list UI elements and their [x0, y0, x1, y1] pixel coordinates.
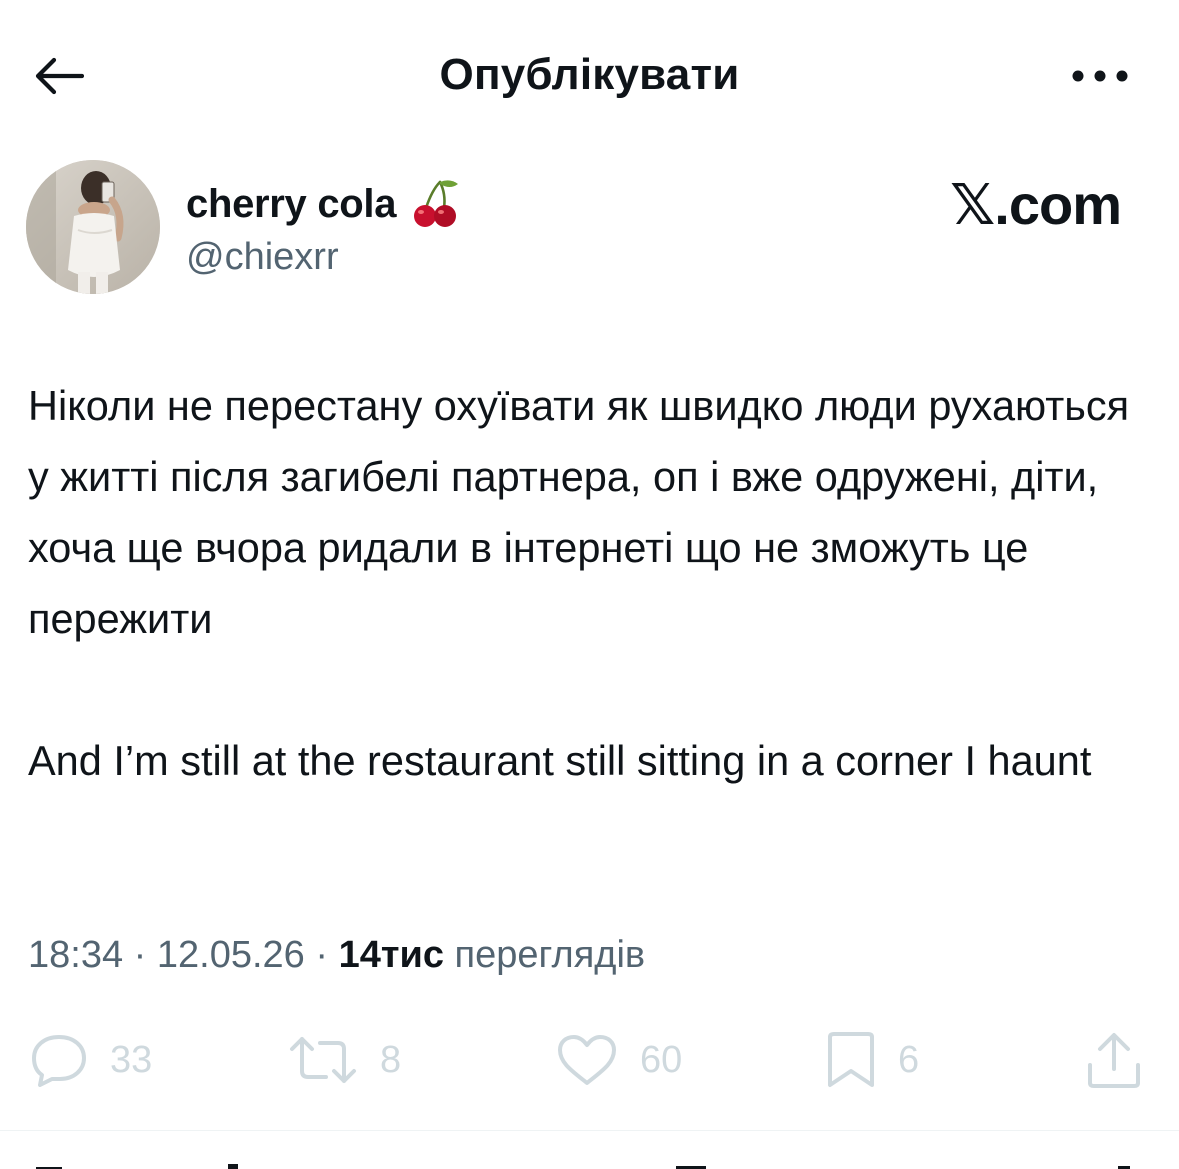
top-bar: Опублікувати	[0, 0, 1179, 150]
avatar-photo	[26, 160, 160, 294]
repost-button[interactable]: 8	[288, 1028, 401, 1092]
meta-separator: ·	[123, 934, 157, 976]
share-icon	[1088, 1033, 1140, 1088]
reply-count: 33	[110, 1038, 153, 1081]
cherry-icon	[414, 180, 459, 227]
more-horizontal-icon	[1072, 70, 1128, 82]
next-row-cutoff	[0, 1160, 1179, 1169]
bookmark-button[interactable]: 6	[826, 1028, 919, 1092]
meta-separator: ·	[304, 934, 339, 976]
more-button[interactable]	[1065, 56, 1135, 96]
tweet-time[interactable]: 18:34	[28, 934, 123, 976]
user-handle[interactable]: @chiexrr	[186, 236, 339, 279]
page-title: Опублікувати	[439, 50, 740, 99]
repost-count: 8	[380, 1038, 402, 1081]
tweet-date[interactable]: 12.05.26	[157, 934, 305, 976]
avatar[interactable]	[26, 160, 160, 294]
like-count: 60	[640, 1038, 683, 1081]
divider	[0, 1130, 1179, 1131]
bookmark-count: 6	[898, 1038, 920, 1081]
reply-icon	[32, 1035, 86, 1087]
repost-icon	[290, 1037, 356, 1083]
bookmark-icon	[828, 1032, 874, 1087]
heart-icon	[558, 1035, 616, 1085]
brand-watermark: 𝕏.com	[950, 173, 1122, 236]
tweet-paragraph: Ніколи не перестану охуївати як швидко л…	[28, 382, 1130, 642]
tweet-meta: 18:34 · 12.05.26 · 14тис переглядів	[28, 934, 645, 977]
display-name-text: cherry cola	[186, 181, 397, 226]
action-bar: 33 8 60 6	[0, 1028, 1179, 1092]
share-button[interactable]	[1086, 1028, 1142, 1092]
views-count: 14тис	[338, 934, 444, 976]
tweet-text: Ніколи не перестану охуївати як швидко л…	[28, 370, 1158, 796]
display-name[interactable]: cherry cola	[186, 178, 462, 230]
tweet-author: cherry cola @chiexrr 𝕏.com	[0, 160, 1179, 300]
tweet-paragraph: And I’m still at the restaurant still si…	[28, 737, 1092, 784]
views-label: переглядів	[443, 934, 646, 976]
reply-button[interactable]: 33	[30, 1028, 152, 1092]
like-button[interactable]: 60	[556, 1028, 682, 1092]
